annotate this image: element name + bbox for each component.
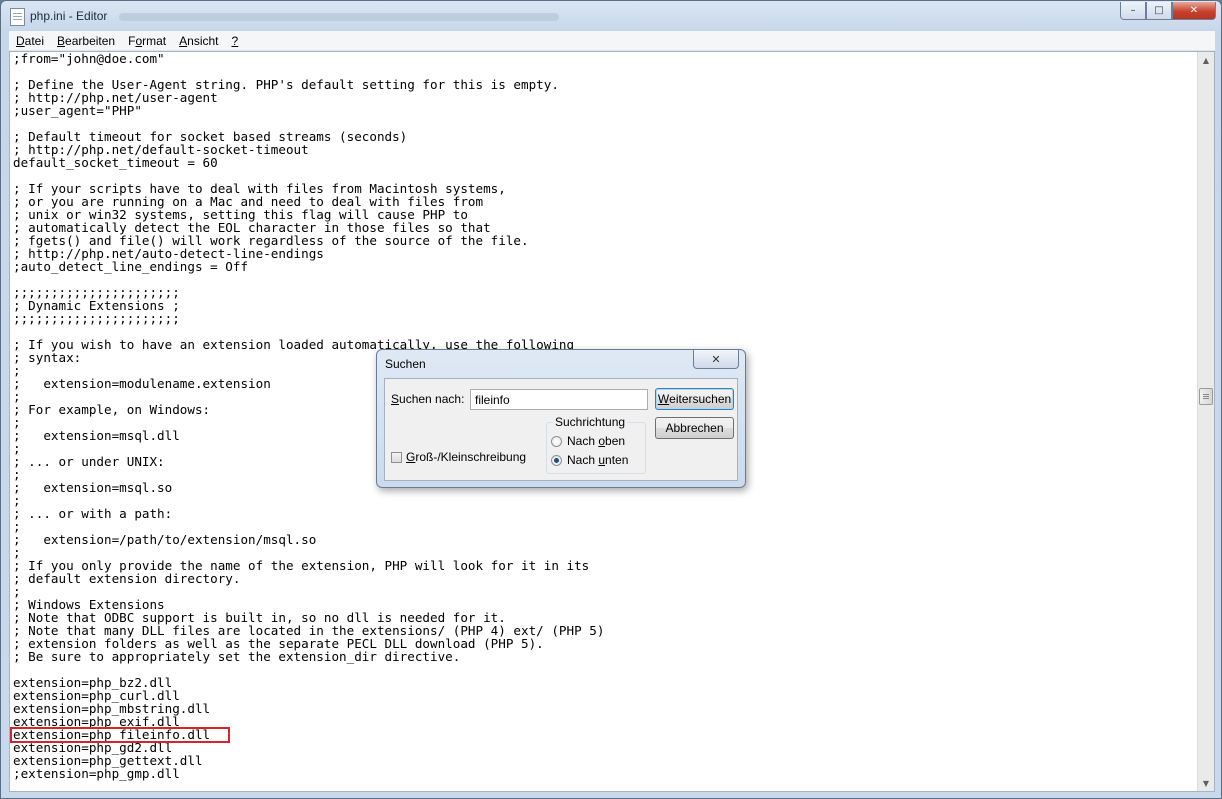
- close-button[interactable]: ✕: [1172, 2, 1216, 20]
- radio-up-label: Nach oben: [567, 434, 626, 448]
- menu-help[interactable]: ?: [225, 34, 245, 48]
- minimize-icon: –: [1130, 5, 1136, 16]
- window-title: php.ini - Editor: [30, 9, 108, 23]
- direction-group: Suchrichtung Nach oben Nach unten: [546, 415, 646, 474]
- match-case-checkbox[interactable]: [391, 451, 402, 463]
- close-icon: ✕: [1189, 5, 1199, 16]
- radio-down[interactable]: [551, 454, 562, 466]
- title-bar[interactable]: php.ini - Editor – □ ✕: [1, 1, 1221, 31]
- menu-bearbeiten[interactable]: Bearbeiten: [50, 34, 121, 48]
- notepad-icon: [10, 8, 25, 26]
- radio-direction-down[interactable]: Nach unten: [551, 453, 628, 467]
- find-next-button[interactable]: Weitersuchen: [655, 388, 734, 410]
- vertical-scrollbar[interactable]: ▲ ▼: [1197, 52, 1214, 791]
- cancel-button[interactable]: Abbrechen: [655, 417, 734, 439]
- menu-datei[interactable]: Datei: [9, 34, 50, 48]
- maximize-icon: □: [1154, 5, 1164, 16]
- scroll-up-icon[interactable]: ▲: [1198, 52, 1214, 68]
- radio-direction-up[interactable]: Nach oben: [551, 434, 625, 448]
- maximize-button[interactable]: □: [1146, 2, 1172, 20]
- menu-bar: Datei Bearbeiten Format Ansicht ?: [9, 31, 1215, 51]
- radio-down-label: Nach unten: [567, 453, 629, 467]
- match-case-option[interactable]: Groß-/Kleinschreibung: [391, 450, 526, 464]
- find-input[interactable]: [470, 389, 648, 410]
- dialog-body: Suchen nach: Weitersuchen Abbrechen Such…: [384, 378, 738, 481]
- find-label: Suchen nach:: [391, 392, 465, 406]
- direction-legend: Suchrichtung: [553, 415, 628, 429]
- window-controls: – □ ✕: [1120, 2, 1216, 20]
- menu-format[interactable]: Format: [121, 34, 172, 48]
- menu-ansicht[interactable]: Ansicht: [172, 34, 224, 48]
- radio-up[interactable]: [551, 435, 562, 447]
- close-icon: ✕: [711, 353, 721, 366]
- find-dialog: Suchen ✕ Suchen nach: Weitersuchen Abbre…: [376, 349, 746, 488]
- dialog-close-button[interactable]: ✕: [693, 350, 739, 369]
- minimize-button[interactable]: –: [1120, 2, 1146, 20]
- scroll-down-icon[interactable]: ▼: [1198, 775, 1214, 791]
- blurred-title-overlay: [119, 13, 559, 21]
- highlight-box-fileinfo: [10, 727, 230, 743]
- dialog-title: Suchen: [385, 357, 426, 371]
- match-case-label: Groß-/Kleinschreibung: [406, 450, 527, 464]
- scroll-thumb[interactable]: [1199, 388, 1213, 405]
